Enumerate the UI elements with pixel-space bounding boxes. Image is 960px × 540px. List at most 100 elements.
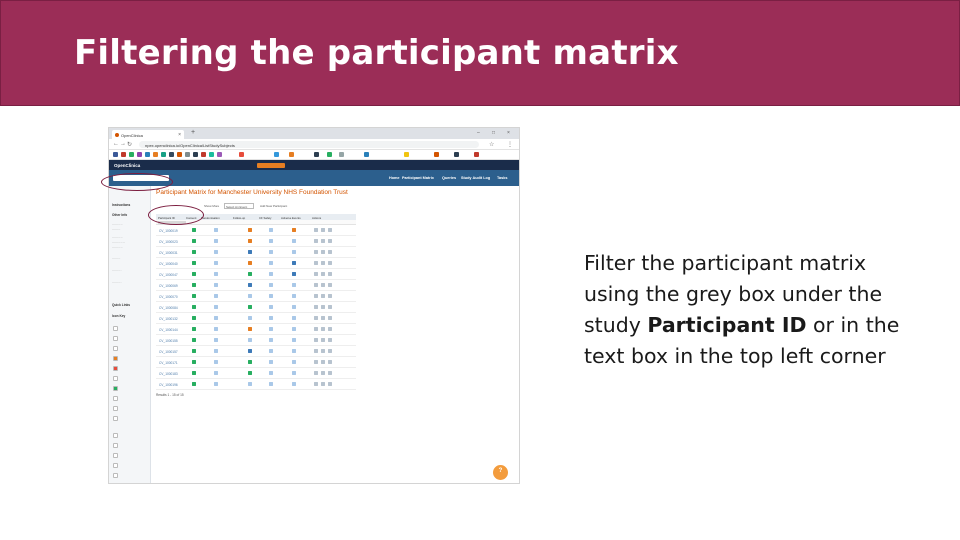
remove-icon[interactable] xyxy=(328,272,332,276)
remove-icon[interactable] xyxy=(328,250,332,254)
view-icon[interactable] xyxy=(314,382,318,386)
bookmark-icon[interactable] xyxy=(161,152,166,157)
event-status-icon[interactable] xyxy=(214,371,218,375)
edit-icon[interactable] xyxy=(321,327,325,331)
remove-icon[interactable] xyxy=(328,316,332,320)
event-status-icon[interactable] xyxy=(269,272,273,276)
view-icon[interactable] xyxy=(314,239,318,243)
event-status-icon[interactable] xyxy=(192,272,196,276)
event-status-icon[interactable] xyxy=(269,239,273,243)
sidebar-icon-key[interactable]: Icon Key xyxy=(112,314,125,318)
view-icon[interactable] xyxy=(314,283,318,287)
event-status-icon[interactable] xyxy=(192,239,196,243)
event-status-icon[interactable] xyxy=(269,316,273,320)
event-status-icon[interactable] xyxy=(214,294,218,298)
event-status-icon[interactable] xyxy=(214,228,218,232)
view-icon[interactable] xyxy=(314,250,318,254)
bookmark-icon[interactable] xyxy=(454,152,459,157)
event-status-icon[interactable] xyxy=(248,261,252,265)
event-status-icon[interactable] xyxy=(214,239,218,243)
event-status-icon[interactable] xyxy=(292,360,296,364)
change-study-button[interactable] xyxy=(257,162,285,168)
maximize-icon[interactable]: □ xyxy=(492,130,495,136)
bookmark-icon[interactable] xyxy=(217,152,222,157)
reload-icon[interactable]: ↻ xyxy=(127,141,132,148)
event-status-icon[interactable] xyxy=(192,283,196,287)
column-header[interactable]: Actions xyxy=(312,216,321,220)
event-status-icon[interactable] xyxy=(248,239,252,243)
bookmark-icon[interactable] xyxy=(145,152,150,157)
participant-id[interactable]: CV_1000023 xyxy=(159,240,178,244)
view-icon[interactable] xyxy=(314,371,318,375)
event-status-icon[interactable] xyxy=(192,261,196,265)
participant-id[interactable]: CV_1000132 xyxy=(159,317,178,321)
bookmark-icon[interactable] xyxy=(185,152,190,157)
bookmark-icon[interactable] xyxy=(169,152,174,157)
event-status-icon[interactable] xyxy=(269,261,273,265)
event-status-icon[interactable] xyxy=(248,349,252,353)
bookmark-icon[interactable] xyxy=(404,152,409,157)
event-status-icon[interactable] xyxy=(269,283,273,287)
view-icon[interactable] xyxy=(314,349,318,353)
remove-icon[interactable] xyxy=(328,371,332,375)
participant-id[interactable]: CV_1000047 xyxy=(159,273,178,277)
bookmark-icon[interactable] xyxy=(364,152,369,157)
table-row[interactable]: CV_1000084 xyxy=(156,302,356,313)
bookmark-icon[interactable] xyxy=(177,152,182,157)
bookmark-icon[interactable] xyxy=(434,152,439,157)
table-row[interactable]: CV_1000031 xyxy=(156,247,356,258)
bookmark-icon[interactable] xyxy=(153,152,158,157)
edit-icon[interactable] xyxy=(321,294,325,298)
event-status-icon[interactable] xyxy=(192,338,196,342)
event-status-icon[interactable] xyxy=(292,294,296,298)
sidebar-other-info[interactable]: Other Info xyxy=(112,213,127,217)
event-status-icon[interactable] xyxy=(269,371,273,375)
event-status-icon[interactable] xyxy=(269,294,273,298)
bookmark-icon[interactable] xyxy=(113,152,118,157)
event-status-icon[interactable] xyxy=(192,250,196,254)
remove-icon[interactable] xyxy=(328,305,332,309)
event-status-icon[interactable] xyxy=(292,228,296,232)
participant-id[interactable]: CV_1000157 xyxy=(159,350,178,354)
browser-tab[interactable]: OpenClinica × xyxy=(112,130,184,139)
table-row[interactable]: CV_1000047 xyxy=(156,269,356,280)
new-tab-icon[interactable]: + xyxy=(191,129,195,136)
bookmark-icon[interactable] xyxy=(474,152,479,157)
edit-icon[interactable] xyxy=(321,349,325,353)
sidebar-instructions[interactable]: Instructions xyxy=(112,203,130,207)
event-status-icon[interactable] xyxy=(248,371,252,375)
event-status-icon[interactable] xyxy=(292,239,296,243)
event-status-icon[interactable] xyxy=(214,382,218,386)
remove-icon[interactable] xyxy=(328,382,332,386)
view-icon[interactable] xyxy=(314,272,318,276)
edit-icon[interactable] xyxy=(321,382,325,386)
event-status-icon[interactable] xyxy=(269,382,273,386)
participant-id[interactable]: CV_1000183 xyxy=(159,372,178,376)
event-status-icon[interactable] xyxy=(192,360,196,364)
event-status-icon[interactable] xyxy=(248,316,252,320)
view-icon[interactable] xyxy=(314,294,318,298)
event-status-icon[interactable] xyxy=(292,272,296,276)
participant-id[interactable]: CV_1000196 xyxy=(159,383,178,387)
select-event-dropdown[interactable]: Select An Event xyxy=(224,203,254,209)
bookmark-icon[interactable] xyxy=(314,152,319,157)
participant-id[interactable]: CV_1000144 xyxy=(159,328,178,332)
event-status-icon[interactable] xyxy=(214,272,218,276)
back-icon[interactable]: ← xyxy=(113,141,119,147)
view-icon[interactable] xyxy=(314,316,318,320)
column-header[interactable]: CF Safety xyxy=(259,216,271,220)
help-icon[interactable]: ? xyxy=(493,465,508,480)
column-header[interactable]: Follow-up xyxy=(233,216,245,220)
event-status-icon[interactable] xyxy=(269,250,273,254)
view-icon[interactable] xyxy=(314,327,318,331)
event-status-icon[interactable] xyxy=(192,294,196,298)
event-status-icon[interactable] xyxy=(248,272,252,276)
bookmark-icon[interactable] xyxy=(209,152,214,157)
nav-participant-matrix[interactable]: Participant Matrix xyxy=(402,176,434,180)
event-status-icon[interactable] xyxy=(292,349,296,353)
event-status-icon[interactable] xyxy=(192,305,196,309)
event-status-icon[interactable] xyxy=(248,338,252,342)
table-row[interactable]: CV_1000183 xyxy=(156,368,356,379)
event-status-icon[interactable] xyxy=(214,283,218,287)
edit-icon[interactable] xyxy=(321,283,325,287)
